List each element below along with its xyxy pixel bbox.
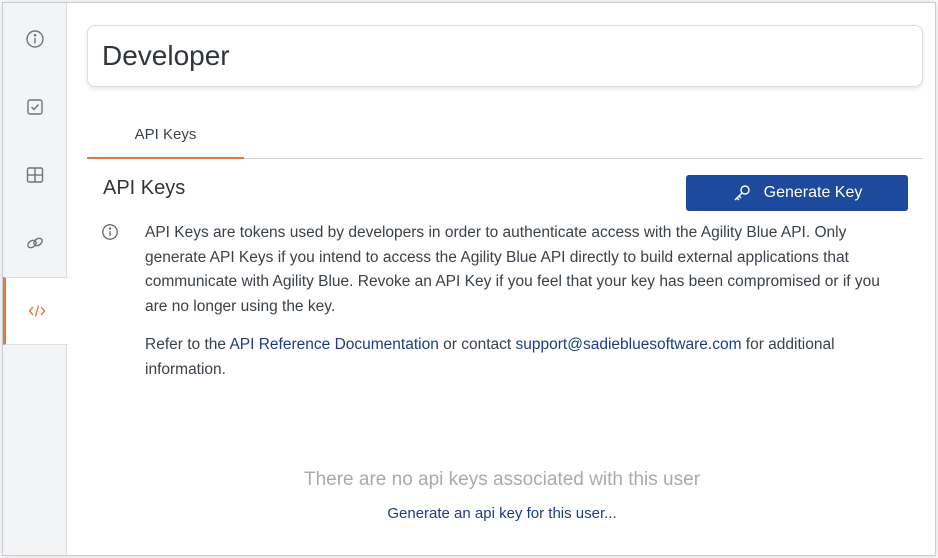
generate-api-key-link[interactable]: Generate an api key for this user... — [67, 505, 935, 522]
sidebar-item-info[interactable] — [3, 5, 67, 73]
app-window: Developer API Keys API Keys Generate Key… — [2, 2, 936, 556]
generate-key-button[interactable]: Generate Key — [686, 175, 908, 211]
info-circle-icon — [26, 30, 44, 48]
sidebar-item-tasks[interactable] — [3, 73, 67, 141]
checkbox-icon — [27, 99, 43, 115]
refer-prefix: Refer to the — [145, 336, 230, 353]
tab-api-keys[interactable]: API Keys — [87, 111, 244, 159]
sidebar-item-links[interactable] — [3, 209, 67, 277]
sidebar-item-grid[interactable] — [3, 141, 67, 209]
api-reference-link[interactable]: API Reference Documentation — [229, 336, 438, 353]
code-icon — [28, 305, 46, 317]
page-title: Developer — [102, 40, 230, 71]
refer-middle: or contact — [438, 336, 516, 353]
empty-state-message: There are no api keys associated with th… — [303, 469, 701, 490]
support-email-link[interactable]: support@sadiebluesoftware.com — [516, 336, 742, 353]
tab-bar: API Keys — [87, 111, 923, 159]
link-icon — [27, 237, 43, 249]
key-icon — [734, 185, 750, 201]
section-title: API Keys — [103, 177, 186, 199]
sidebar — [3, 3, 68, 555]
api-reference-note: Refer to the API Reference Documentation… — [145, 333, 885, 382]
grid-icon — [26, 167, 44, 183]
sidebar-item-developer[interactable] — [3, 277, 68, 345]
page-title-card: Developer — [87, 25, 923, 87]
generate-key-label: Generate Key — [763, 184, 863, 201]
info-circle-icon — [102, 224, 118, 240]
api-keys-description: API Keys are tokens used by developers i… — [145, 224, 880, 315]
